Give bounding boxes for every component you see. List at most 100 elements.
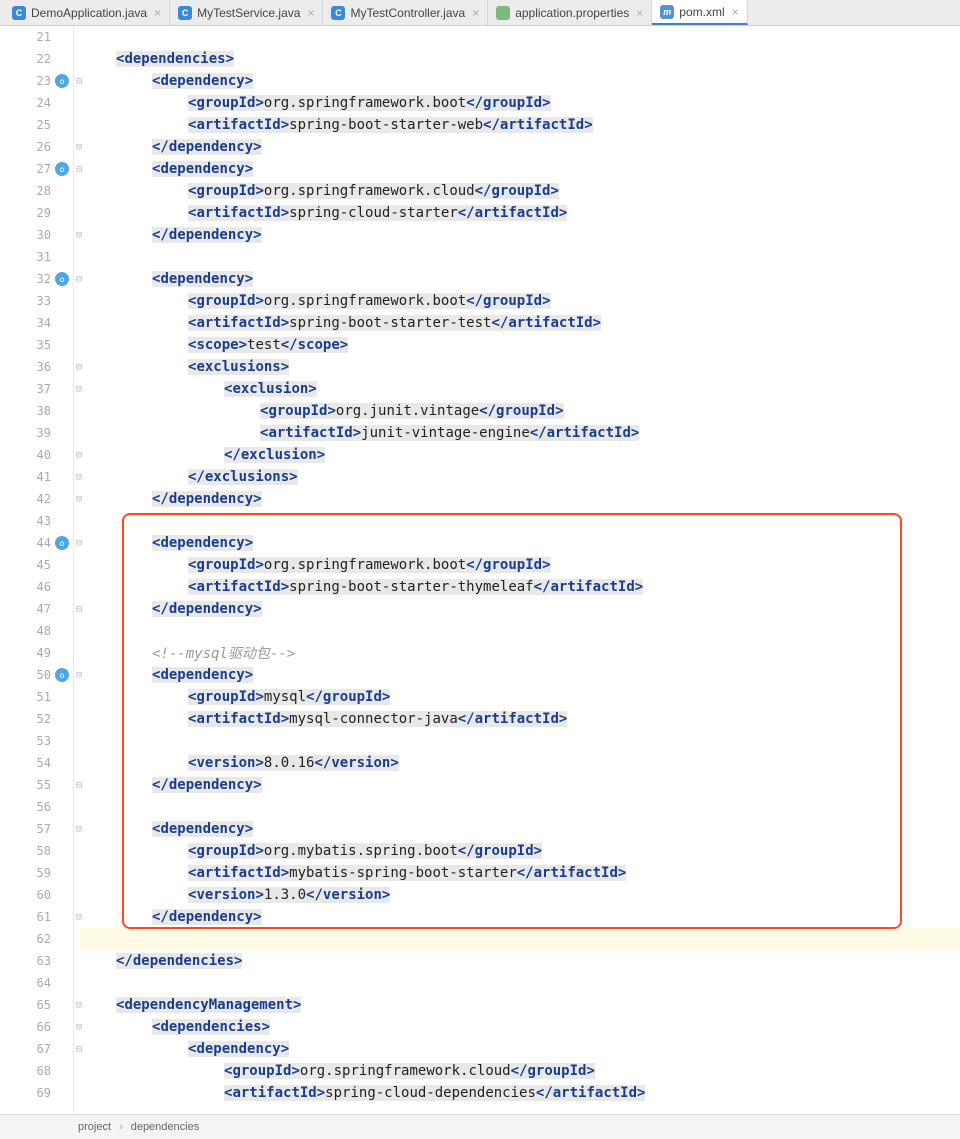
gutter-line[interactable]: 61⊟ (0, 906, 73, 928)
gutter-line[interactable]: 33 (0, 290, 73, 312)
gutter-line[interactable]: 48 (0, 620, 73, 642)
gutter-badge-icon[interactable]: o (55, 668, 69, 682)
code-line[interactable] (80, 730, 960, 752)
code-line[interactable]: <artifactId>mysql-connector-java</artifa… (80, 708, 960, 730)
gutter-line[interactable]: 43 (0, 510, 73, 532)
code-line[interactable]: <!--mysql驱动包--> (80, 642, 960, 664)
code-line[interactable]: <artifactId>spring-boot-starter-thymelea… (80, 576, 960, 598)
close-icon[interactable]: × (472, 6, 479, 20)
gutter-line[interactable]: 30⊟ (0, 224, 73, 246)
gutter-line[interactable]: 27o⊟ (0, 158, 73, 180)
gutter-line[interactable]: 59 (0, 862, 73, 884)
gutter-line[interactable]: 64 (0, 972, 73, 994)
gutter-line[interactable]: 47⊟ (0, 598, 73, 620)
code-line[interactable]: <dependency> (80, 268, 960, 290)
code-line[interactable] (80, 26, 960, 48)
gutter-line[interactable]: 22 (0, 48, 73, 70)
gutter-line[interactable]: 29 (0, 202, 73, 224)
code-line[interactable]: <dependency> (80, 1038, 960, 1060)
code-line[interactable]: <dependency> (80, 532, 960, 554)
code-line[interactable]: </dependencies> (80, 950, 960, 972)
code-line[interactable] (80, 972, 960, 994)
gutter-line[interactable]: 46 (0, 576, 73, 598)
code-line[interactable]: <groupId>org.mybatis.spring.boot</groupI… (80, 840, 960, 862)
editor-tab[interactable]: mpom.xml× (652, 0, 747, 25)
gutter-line[interactable]: 53 (0, 730, 73, 752)
code-line[interactable]: </dependency> (80, 488, 960, 510)
gutter-line[interactable]: 26⊟ (0, 136, 73, 158)
gutter-line[interactable]: 67⊟ (0, 1038, 73, 1060)
code-area[interactable]: <dependencies><dependency><groupId>org.s… (74, 26, 960, 1114)
code-line[interactable]: <groupId>org.junit.vintage</groupId> (80, 400, 960, 422)
gutter-line[interactable]: 45 (0, 554, 73, 576)
gutter-line[interactable]: 49 (0, 642, 73, 664)
editor-tab[interactable]: CMyTestService.java× (170, 0, 323, 25)
code-line[interactable]: </dependency> (80, 598, 960, 620)
code-line[interactable]: <groupId>org.springframework.boot</group… (80, 290, 960, 312)
code-line[interactable] (80, 796, 960, 818)
breadcrumb[interactable]: project›dependencies (0, 1114, 960, 1139)
gutter-line[interactable]: 31 (0, 246, 73, 268)
code-line[interactable]: <artifactId>spring-boot-starter-test</ar… (80, 312, 960, 334)
gutter-line[interactable]: 54 (0, 752, 73, 774)
code-line[interactable]: <groupId>org.springframework.cloud</grou… (80, 180, 960, 202)
editor-tab[interactable]: CMyTestController.java× (323, 0, 488, 25)
code-line[interactable] (80, 928, 960, 950)
close-icon[interactable]: × (636, 6, 643, 20)
code-line[interactable]: <dependency> (80, 158, 960, 180)
code-line[interactable]: <groupId>org.springframework.boot</group… (80, 554, 960, 576)
gutter-line[interactable]: 60 (0, 884, 73, 906)
gutter-line[interactable]: 25 (0, 114, 73, 136)
gutter-badge-icon[interactable]: o (55, 74, 69, 88)
gutter-line[interactable]: 21 (0, 26, 73, 48)
code-line[interactable]: </dependency> (80, 906, 960, 928)
gutter-line[interactable]: 39 (0, 422, 73, 444)
code-line[interactable]: <artifactId>junit-vintage-engine</artifa… (80, 422, 960, 444)
breadcrumb-item[interactable]: project (78, 1121, 111, 1133)
gutter-line[interactable]: 38 (0, 400, 73, 422)
close-icon[interactable]: × (154, 6, 161, 20)
gutter-line[interactable]: 32o⊟ (0, 268, 73, 290)
code-line[interactable]: </exclusions> (80, 466, 960, 488)
gutter-line[interactable]: 44o⊟ (0, 532, 73, 554)
code-line[interactable]: <groupId>org.springframework.cloud</grou… (80, 1060, 960, 1082)
gutter-line[interactable]: 41⊟ (0, 466, 73, 488)
editor-tab[interactable]: application.properties× (488, 0, 652, 25)
code-line[interactable]: <dependencies> (80, 1016, 960, 1038)
code-line[interactable]: <dependencyManagement> (80, 994, 960, 1016)
code-line[interactable]: </exclusion> (80, 444, 960, 466)
gutter-line[interactable]: 35 (0, 334, 73, 356)
code-line[interactable]: </dependency> (80, 136, 960, 158)
editor-tab[interactable]: CDemoApplication.java× (4, 0, 170, 25)
code-line[interactable] (80, 620, 960, 642)
close-icon[interactable]: × (307, 6, 314, 20)
gutter-badge-icon[interactable]: o (55, 536, 69, 550)
code-line[interactable] (80, 246, 960, 268)
gutter-line[interactable]: 28 (0, 180, 73, 202)
code-line[interactable]: <scope>test</scope> (80, 334, 960, 356)
gutter-line[interactable]: 42⊟ (0, 488, 73, 510)
gutter-line[interactable]: 37⊟ (0, 378, 73, 400)
code-line[interactable]: <exclusions> (80, 356, 960, 378)
gutter-line[interactable]: 56 (0, 796, 73, 818)
gutter-line[interactable]: 62 (0, 928, 73, 950)
code-line[interactable]: </dependency> (80, 774, 960, 796)
gutter-line[interactable]: 24 (0, 92, 73, 114)
gutter-badge-icon[interactable]: o (55, 162, 69, 176)
breadcrumb-item[interactable]: dependencies (131, 1121, 200, 1133)
code-line[interactable]: <version>1.3.0</version> (80, 884, 960, 906)
code-line[interactable]: <dependency> (80, 818, 960, 840)
code-line[interactable]: <groupId>mysql</groupId> (80, 686, 960, 708)
gutter-line[interactable]: 58 (0, 840, 73, 862)
gutter-line[interactable]: 66⊟ (0, 1016, 73, 1038)
gutter-line[interactable]: 52 (0, 708, 73, 730)
gutter-line[interactable]: 51 (0, 686, 73, 708)
gutter-line[interactable]: 68 (0, 1060, 73, 1082)
gutter-line[interactable]: 50o⊟ (0, 664, 73, 686)
code-line[interactable]: <version>8.0.16</version> (80, 752, 960, 774)
code-line[interactable]: </dependency> (80, 224, 960, 246)
code-line[interactable]: <artifactId>spring-boot-starter-web</art… (80, 114, 960, 136)
code-line[interactable]: <artifactId>spring-cloud-dependencies</a… (80, 1082, 960, 1104)
code-line[interactable]: <artifactId>spring-cloud-starter</artifa… (80, 202, 960, 224)
code-line[interactable]: <exclusion> (80, 378, 960, 400)
